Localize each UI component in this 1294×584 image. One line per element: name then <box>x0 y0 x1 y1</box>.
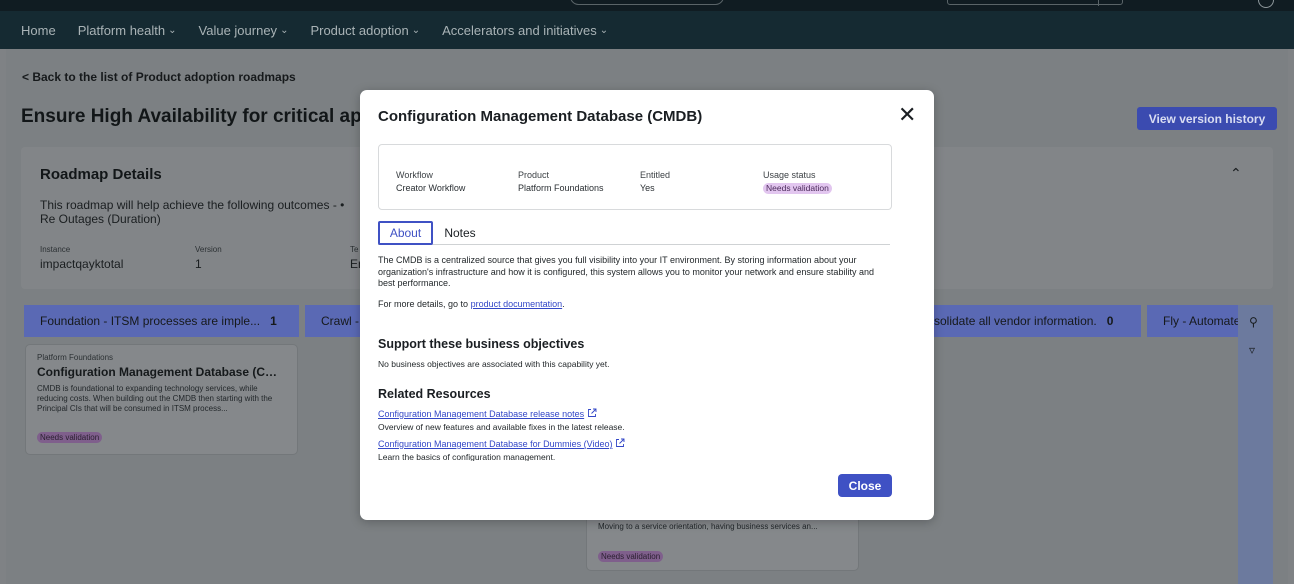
card-product: Platform Foundations <box>37 353 114 362</box>
lane-label: solidate all vendor information. <box>934 314 1097 328</box>
entitled-label: Entitled <box>640 170 671 180</box>
modal-title: Configuration Management Database (CMDB) <box>378 108 703 125</box>
version-label: Version <box>195 245 222 254</box>
nav-label: Value journey <box>198 22 278 38</box>
card-description: CMDB is foundational to expanding techno… <box>37 384 273 413</box>
instance-value: impactqayktotal <box>40 257 124 271</box>
global-search-input[interactable] <box>947 0 1123 6</box>
external-link-icon <box>616 438 625 447</box>
capability-card[interactable]: Platform Foundations Configuration Manag… <box>25 344 298 455</box>
entitled-field: Entitled Yes <box>640 169 670 195</box>
entitled-value: Yes <box>640 183 655 193</box>
view-version-history-button[interactable]: View version history <box>1137 107 1277 130</box>
lane-header-fly[interactable]: Fly - Automate <box>1147 305 1238 337</box>
top-bar-toggle[interactable] <box>570 0 724 5</box>
main-navigation: Home Platform health ⌄ Value journey ⌄ Pro… <box>0 11 1294 49</box>
capability-info-box: Workflow Creator Workflow Product Platfo… <box>378 144 892 210</box>
resource-link-label: Configuration Management Database for Du… <box>378 439 613 449</box>
card-description: Moving to a service orientation, having … <box>598 522 818 531</box>
workflow-label: Workflow <box>396 170 433 180</box>
lane-count: 0 <box>1106 314 1114 328</box>
close-button[interactable]: Close <box>838 474 892 497</box>
nav-item-accelerators[interactable]: Accelerators and initiatives ⌄ <box>442 23 608 38</box>
lane-label: Fly - Automate <box>1163 314 1238 328</box>
chevron-up-icon[interactable]: ⌃ <box>1230 165 1242 182</box>
objectives-text: No business objectives are associated wi… <box>378 359 610 369</box>
status-badge: Needs validation <box>598 551 664 562</box>
version-value: 1 <box>195 257 202 271</box>
lane-header-foundation[interactable]: Foundation - ITSM processes are imple...… <box>24 305 299 337</box>
nav-item-platform-health[interactable]: Platform health ⌄ <box>78 23 177 38</box>
third-label: Te <box>350 245 359 254</box>
roadmap-description: This roadmap will help achieve the follo… <box>40 198 345 226</box>
lane-label: Foundation - ITSM processes are imple... <box>40 314 261 328</box>
chevron-down-icon: ⌄ <box>411 24 421 36</box>
lane-count: 1 <box>270 314 277 328</box>
more-details-line: For more details, go to product document… <box>378 299 890 311</box>
chevron-down-icon: ⌄ <box>168 24 177 36</box>
lane-label: Crawl - <box>321 314 359 328</box>
chevron-down-icon: ⌄ <box>280 24 289 36</box>
page-title: Ensure High Availability for critical ap… <box>21 106 379 127</box>
status-badge: Needs validation <box>763 183 832 194</box>
nav-label: Product adoption <box>310 22 409 38</box>
nav-label: Accelerators and initiatives <box>442 22 597 38</box>
product-value: Platform Foundations <box>518 183 604 193</box>
more-details-prefix: For more details, go to <box>378 299 469 309</box>
tab-about[interactable]: About <box>378 221 433 245</box>
external-link-icon <box>588 408 597 417</box>
instance-label: Instance <box>40 245 71 254</box>
avatar[interactable] <box>1258 0 1274 8</box>
workflow-field: Workflow Creator Workflow <box>396 169 465 195</box>
status-badge: Needs validation <box>37 432 103 443</box>
chevron-down-icon: ⌄ <box>599 24 609 36</box>
nav-item-product-adoption[interactable]: Product adoption ⌄ <box>310 23 420 38</box>
workflow-value: Creator Workflow <box>396 183 466 193</box>
lane-header-consolidate[interactable]: solidate all vendor information. 0 <box>934 305 1141 337</box>
product-label: Product <box>518 170 550 180</box>
resource-description: Learn the basics of configuration manage… <box>378 452 556 461</box>
back-link[interactable]: < Back to the list of Product adoption r… <box>22 70 296 84</box>
resource-link-label: Configuration Management Database releas… <box>378 409 585 419</box>
usage-status-label: Usage status <box>763 170 816 180</box>
tab-notes[interactable]: Notes <box>440 221 480 245</box>
card-title: Configuration Management Database (CMD..… <box>37 365 286 379</box>
product-documentation-link[interactable]: product documentation <box>471 299 563 309</box>
resource-link-release-notes[interactable]: Configuration Management Database releas… <box>378 408 597 419</box>
side-toolbar: ⚲ ▿ <box>1238 305 1273 584</box>
objectives-heading: Support these business objectives <box>378 337 585 351</box>
close-icon[interactable]: ✕ <box>898 104 916 126</box>
lane-header-crawl[interactable]: Crawl - <box>305 305 360 337</box>
filter-icon[interactable]: ▿ <box>1249 343 1255 357</box>
product-field: Product Platform Foundations <box>518 169 604 195</box>
nav-item-home[interactable]: Home <box>21 23 56 38</box>
nav-label: Platform health <box>77 22 166 38</box>
more-details-suffix: . <box>562 299 565 309</box>
modal-tabs: About Notes <box>378 221 890 245</box>
resource-link-dummies-video[interactable]: Configuration Management Database for Du… <box>378 438 625 449</box>
capability-modal: Configuration Management Database (CMDB)… <box>360 90 934 520</box>
roadmap-details-heading: Roadmap Details <box>40 166 162 183</box>
resources-heading: Related Resources <box>378 387 491 401</box>
nav-item-value-journey[interactable]: Value journey ⌄ <box>199 23 289 38</box>
search-icon[interactable]: ⚲ <box>1249 315 1258 329</box>
resource-description: Overview of new features and available f… <box>378 422 625 432</box>
top-bar <box>0 0 1294 11</box>
about-text: The CMDB is a centralized source that gi… <box>378 255 874 288</box>
nav-label: Home <box>21 22 56 38</box>
usage-status-field: Usage status Needs validation <box>763 169 832 195</box>
